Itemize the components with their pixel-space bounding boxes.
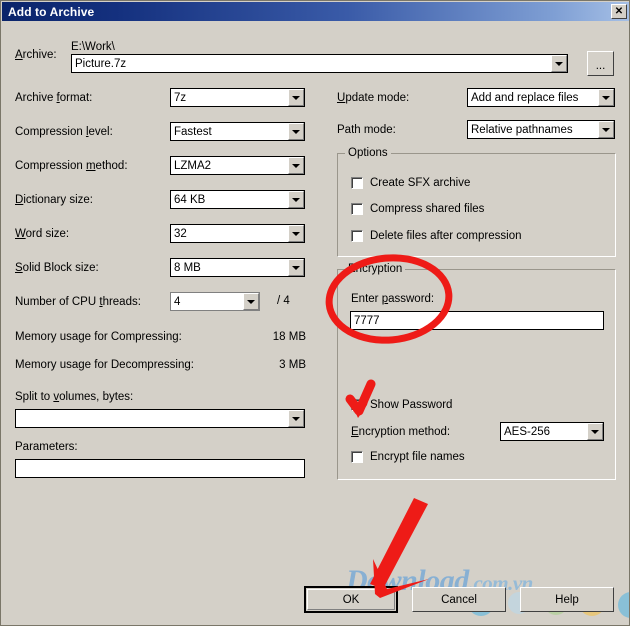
encrypt-file-names-checkbox[interactable]: Encrypt file names (351, 451, 465, 463)
checkbox-icon (351, 203, 363, 215)
compression-level-value: Fastest (174, 125, 212, 138)
solid-block-size-label: Solid Block size: (15, 262, 99, 274)
compression-method-value: LZMA2 (174, 159, 212, 172)
memory-decompress-value: 3 MB (279, 359, 306, 371)
create-sfx-archive-label: Create SFX archive (370, 177, 471, 189)
delete-files-after-compression-checkbox[interactable]: Delete files after compression (351, 230, 521, 242)
path-mode-combobox[interactable]: Relative pathnames (467, 120, 615, 139)
encryption-method-value: AES-256 (504, 425, 551, 438)
parameters-label: Parameters: (15, 441, 78, 453)
solid-block-size-value: 8 MB (174, 261, 201, 274)
ok-button[interactable]: OK (304, 586, 398, 613)
dictionary-size-label: Dictionary size: (15, 194, 93, 206)
add-to-archive-dialog: Add to Archive ✕ Archive: E:\Work\ Pictu… (0, 0, 630, 626)
close-icon[interactable]: ✕ (611, 4, 627, 19)
watermark-dot (618, 592, 629, 618)
cancel-button[interactable]: Cancel (412, 587, 506, 612)
archive-label: Archive: (15, 49, 57, 61)
chevron-down-icon[interactable] (288, 259, 304, 276)
checkbox-icon (351, 399, 363, 411)
window-title: Add to Archive (8, 4, 95, 19)
archive-name-combobox[interactable]: Picture.7z (71, 54, 568, 73)
delete-files-after-compression-label: Delete files after compression (370, 230, 522, 242)
cpu-threads-combobox[interactable]: 4 (170, 292, 260, 311)
chevron-down-icon[interactable] (598, 89, 614, 106)
word-size-label: Word size: (15, 228, 70, 240)
password-input[interactable]: 7777 (350, 311, 604, 330)
split-to-volumes-combobox[interactable] (15, 409, 305, 428)
checkbox-icon (351, 177, 363, 189)
compression-method-label: Compression method: (15, 160, 128, 172)
cpu-threads-label: Number of CPU threads: (15, 296, 141, 308)
compression-level-combobox[interactable]: Fastest (170, 122, 305, 141)
show-password-label: Show Password (370, 399, 453, 411)
chevron-down-icon[interactable] (288, 225, 304, 242)
split-to-volumes-label: Split to volumes, bytes: (15, 391, 134, 403)
archive-format-value: 7z (174, 91, 187, 104)
create-sfx-archive-checkbox[interactable]: Create SFX archive (351, 177, 470, 189)
update-mode-label: Update mode: (337, 92, 410, 104)
chevron-down-icon[interactable] (288, 123, 304, 140)
cpu-threads-total: / 4 (277, 295, 290, 307)
chevron-down-icon[interactable] (288, 410, 304, 427)
memory-compress-value: 18 MB (272, 331, 306, 343)
update-mode-combobox[interactable]: Add and replace files (467, 88, 615, 107)
chevron-down-icon[interactable] (288, 191, 304, 208)
archive-format-label: Archive format: (15, 92, 93, 104)
chevron-down-icon[interactable] (587, 423, 603, 440)
parameters-input[interactable] (15, 459, 305, 478)
chevron-down-icon[interactable] (551, 55, 567, 72)
annotation-arrow (341, 498, 429, 598)
archive-name-value: Picture.7z (75, 57, 127, 70)
cpu-threads-value: 4 (174, 295, 181, 308)
encryption-legend: Encryption (345, 263, 406, 275)
solid-block-size-combobox[interactable]: 8 MB (170, 258, 305, 277)
chevron-down-icon[interactable] (598, 121, 614, 138)
dictionary-size-combobox[interactable]: 64 KB (170, 190, 305, 209)
chevron-down-icon[interactable] (243, 293, 259, 310)
word-size-value: 32 (174, 227, 187, 240)
ok-button-label: OK (342, 593, 360, 606)
help-button-label: Help (555, 593, 579, 606)
path-mode-value: Relative pathnames (471, 123, 573, 136)
archive-path-text: E:\Work\ (71, 41, 115, 53)
show-password-checkbox[interactable]: Show Password (351, 399, 452, 411)
memory-compress-label: Memory usage for Compressing: (15, 331, 182, 343)
word-size-combobox[interactable]: 32 (170, 224, 305, 243)
compress-shared-files-checkbox[interactable]: Compress shared files (351, 203, 484, 215)
checkbox-icon (351, 451, 363, 463)
dictionary-size-value: 64 KB (174, 193, 206, 206)
chevron-down-icon[interactable] (288, 89, 304, 106)
compression-level-label: Compression level: (15, 126, 113, 138)
encryption-method-combobox[interactable]: AES-256 (500, 422, 604, 441)
options-legend: Options (345, 147, 391, 159)
chevron-down-icon[interactable] (288, 157, 304, 174)
cancel-button-label: Cancel (441, 593, 477, 606)
checkbox-icon (351, 230, 363, 242)
title-bar: Add to Archive ✕ (2, 2, 629, 21)
password-value: 7777 (354, 314, 380, 327)
enter-password-label: Enter password: (351, 293, 435, 305)
browse-button[interactable]: ... (587, 51, 614, 76)
archive-format-combobox[interactable]: 7z (170, 88, 305, 107)
compress-shared-files-label: Compress shared files (370, 203, 485, 215)
help-button[interactable]: Help (520, 587, 614, 612)
encrypt-file-names-label: Encrypt file names (370, 451, 465, 463)
memory-decompress-label: Memory usage for Decompressing: (15, 359, 194, 371)
compression-method-combobox[interactable]: LZMA2 (170, 156, 305, 175)
update-mode-value: Add and replace files (471, 91, 579, 104)
path-mode-label: Path mode: (337, 124, 396, 136)
encryption-method-label: Encryption method: (351, 426, 451, 438)
